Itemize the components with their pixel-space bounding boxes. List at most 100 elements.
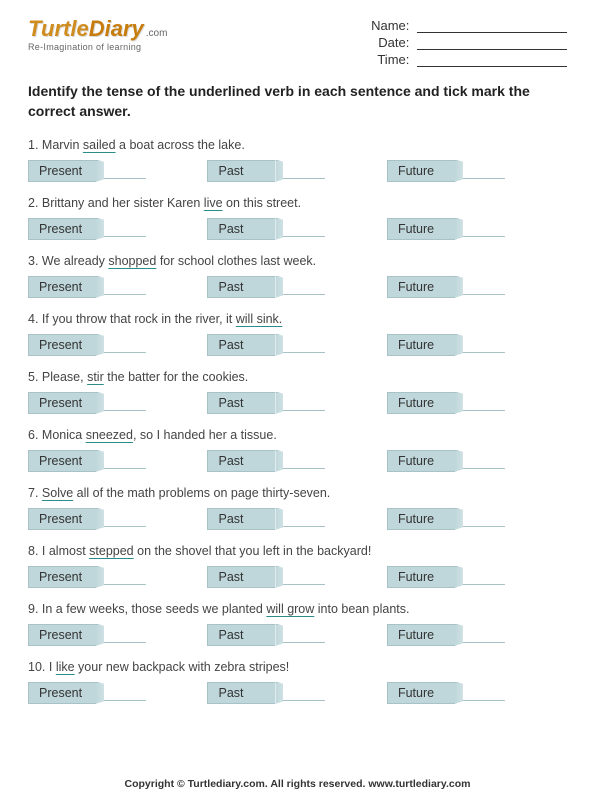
option-future-blank[interactable]: [463, 160, 505, 179]
option-present-blank[interactable]: [104, 682, 146, 701]
option-future: Future: [387, 276, 566, 298]
option-past-button[interactable]: Past: [207, 508, 275, 530]
option-present-button[interactable]: Present: [28, 392, 96, 414]
question-number: 9.: [28, 602, 42, 616]
option-future-button[interactable]: Future: [387, 566, 455, 588]
option-present-button[interactable]: Present: [28, 334, 96, 356]
sentence-post: for school clothes last week.: [156, 254, 316, 268]
meta-name: Name:: [371, 18, 567, 33]
option-past-blank[interactable]: [283, 566, 325, 585]
time-blank[interactable]: [417, 53, 567, 67]
instructions: Identify the tense of the underlined ver…: [28, 81, 567, 122]
option-present-blank[interactable]: [104, 276, 146, 295]
option-past-blank[interactable]: [283, 160, 325, 179]
option-future-blank[interactable]: [463, 508, 505, 527]
name-blank[interactable]: [417, 19, 567, 33]
option-future-blank[interactable]: [463, 566, 505, 585]
underlined-verb: shopped: [108, 254, 156, 268]
option-future-button[interactable]: Future: [387, 218, 455, 240]
option-present-button[interactable]: Present: [28, 624, 96, 646]
option-past-button[interactable]: Past: [207, 392, 275, 414]
option-future-blank[interactable]: [463, 392, 505, 411]
option-present-blank[interactable]: [104, 450, 146, 469]
option-past-button[interactable]: Past: [207, 160, 275, 182]
option-past: Past: [207, 624, 386, 646]
question: 6. Monica sneezed, so I handed her a tis…: [28, 428, 567, 472]
option-present-button[interactable]: Present: [28, 276, 96, 298]
question-number: 7.: [28, 486, 42, 500]
option-past-button[interactable]: Past: [207, 334, 275, 356]
option-present-button[interactable]: Present: [28, 218, 96, 240]
questions-list: 1. Marvin sailed a boat across the lake.…: [28, 138, 567, 704]
option-present-button[interactable]: Present: [28, 450, 96, 472]
option-past-blank[interactable]: [283, 276, 325, 295]
question-number: 2.: [28, 196, 42, 210]
option-present-blank[interactable]: [104, 392, 146, 411]
option-future-blank[interactable]: [463, 682, 505, 701]
option-present: Present: [28, 566, 207, 588]
option-present-blank[interactable]: [104, 624, 146, 643]
option-present-button[interactable]: Present: [28, 566, 96, 588]
sentence-post: on the shovel that you left in the backy…: [134, 544, 372, 558]
option-present: Present: [28, 160, 207, 182]
option-past-button[interactable]: Past: [207, 218, 275, 240]
option-past-button[interactable]: Past: [207, 624, 275, 646]
option-past-button[interactable]: Past: [207, 450, 275, 472]
sentence-post: into bean plants.: [314, 602, 409, 616]
logo-diary: Diary: [89, 18, 144, 40]
logo-turtle: Turtle: [28, 18, 89, 40]
option-past: Past: [207, 682, 386, 704]
option-present: Present: [28, 218, 207, 240]
option-past-blank[interactable]: [283, 508, 325, 527]
option-future-button[interactable]: Future: [387, 276, 455, 298]
option-past-blank[interactable]: [283, 218, 325, 237]
option-past-blank[interactable]: [283, 682, 325, 701]
option-future-button[interactable]: Future: [387, 334, 455, 356]
underlined-verb: Solve: [42, 486, 73, 500]
question-number: 3.: [28, 254, 42, 268]
option-past: Past: [207, 392, 386, 414]
option-past-blank[interactable]: [283, 624, 325, 643]
option-future-button[interactable]: Future: [387, 392, 455, 414]
option-future-blank[interactable]: [463, 218, 505, 237]
option-present-blank[interactable]: [104, 508, 146, 527]
option-future-button[interactable]: Future: [387, 682, 455, 704]
option-present-blank[interactable]: [104, 218, 146, 237]
option-past-blank[interactable]: [283, 450, 325, 469]
option-future-blank[interactable]: [463, 276, 505, 295]
option-past-button[interactable]: Past: [207, 566, 275, 588]
options-row: Present Past Future: [28, 334, 567, 356]
option-past-button[interactable]: Past: [207, 276, 275, 298]
option-future-blank[interactable]: [463, 624, 505, 643]
option-future: Future: [387, 392, 566, 414]
meta-time: Time:: [371, 52, 567, 67]
option-present-button[interactable]: Present: [28, 160, 96, 182]
options-row: Present Past Future: [28, 392, 567, 414]
sentence-pre: Brittany and her sister Karen: [42, 196, 204, 210]
option-present: Present: [28, 624, 207, 646]
question-sentence: 10. I like your new backpack with zebra …: [28, 660, 567, 674]
option-past-blank[interactable]: [283, 392, 325, 411]
option-present-blank[interactable]: [104, 566, 146, 585]
option-future-blank[interactable]: [463, 450, 505, 469]
option-present: Present: [28, 392, 207, 414]
option-past-button[interactable]: Past: [207, 682, 275, 704]
question-sentence: 4. If you throw that rock in the river, …: [28, 312, 567, 326]
option-future-blank[interactable]: [463, 334, 505, 353]
options-row: Present Past Future: [28, 566, 567, 588]
option-future-button[interactable]: Future: [387, 508, 455, 530]
sentence-pre: Monica: [42, 428, 86, 442]
option-present-blank[interactable]: [104, 160, 146, 179]
sentence-pre: We already: [42, 254, 108, 268]
option-present-button[interactable]: Present: [28, 508, 96, 530]
date-blank[interactable]: [417, 36, 567, 50]
logo: Turtle Diary .com Re-Imagination of lear…: [28, 18, 167, 69]
option-future-button[interactable]: Future: [387, 160, 455, 182]
option-present-button[interactable]: Present: [28, 682, 96, 704]
option-future-button[interactable]: Future: [387, 450, 455, 472]
question-sentence: 3. We already shopped for school clothes…: [28, 254, 567, 268]
option-present-blank[interactable]: [104, 334, 146, 353]
option-past-blank[interactable]: [283, 334, 325, 353]
option-future-button[interactable]: Future: [387, 624, 455, 646]
logo-text: Turtle Diary .com: [28, 18, 167, 40]
